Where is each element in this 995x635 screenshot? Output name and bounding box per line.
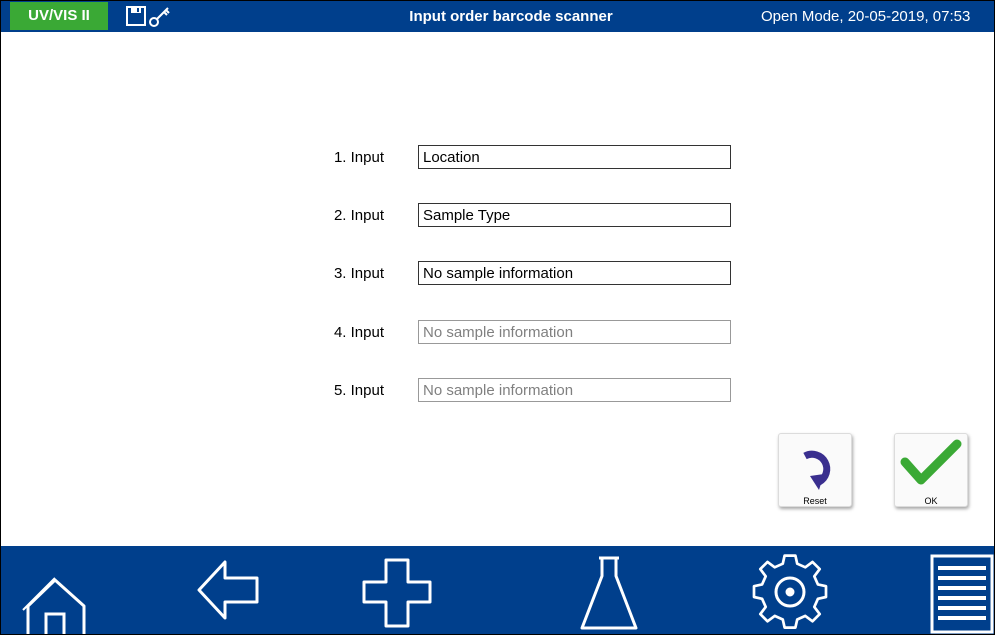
page-title: Input order barcode scanner — [409, 8, 613, 25]
ok-button[interactable]: OK — [894, 433, 968, 507]
app-name-badge: UV/VIS II — [10, 2, 108, 30]
settings-button[interactable] — [739, 546, 839, 634]
input-row-5: 5. Input — [1, 378, 994, 404]
home-icon — [22, 577, 86, 634]
input-label: 3. Input — [333, 265, 384, 282]
ok-label: OK — [924, 496, 938, 506]
header-bar: UV/VIS II Input order barcode scanner Op… — [1, 1, 994, 32]
input-field-4[interactable] — [418, 320, 731, 344]
nav-bar — [1, 546, 994, 634]
save-icon[interactable] — [125, 5, 147, 27]
input-label: 4. Input — [333, 324, 384, 341]
input-row-1: 1. Input — [1, 145, 994, 171]
back-arrow-icon — [197, 560, 259, 620]
app-window: UV/VIS II Input order barcode scanner Op… — [0, 0, 995, 635]
header-icons — [125, 5, 185, 29]
sample-button[interactable] — [559, 546, 659, 634]
key-icon[interactable] — [147, 5, 173, 29]
input-field-3[interactable] — [418, 261, 731, 285]
input-label: 5. Input — [333, 382, 384, 399]
add-button[interactable] — [346, 546, 446, 634]
input-field-2[interactable] — [418, 203, 731, 227]
plus-icon — [362, 558, 432, 628]
input-label: 1. Input — [333, 149, 384, 166]
input-row-4: 4. Input — [1, 320, 994, 346]
menu-button[interactable] — [902, 546, 994, 634]
input-row-3: 3. Input — [1, 261, 994, 287]
input-field-5[interactable] — [418, 378, 731, 402]
reset-button[interactable]: Reset — [778, 433, 852, 507]
input-field-1[interactable] — [418, 145, 731, 169]
input-label: 2. Input — [333, 207, 384, 224]
flask-icon — [580, 556, 638, 630]
reset-icon — [803, 450, 831, 490]
back-button[interactable] — [179, 546, 279, 634]
mode-status: Open Mode, 20-05-2019, 07:53 — [761, 8, 971, 25]
menu-list-icon — [930, 554, 994, 634]
reset-label: Reset — [803, 496, 827, 506]
checkmark-icon — [900, 439, 962, 485]
home-button[interactable] — [5, 546, 105, 634]
gear-icon — [752, 554, 828, 629]
input-row-2: 2. Input — [1, 203, 994, 229]
